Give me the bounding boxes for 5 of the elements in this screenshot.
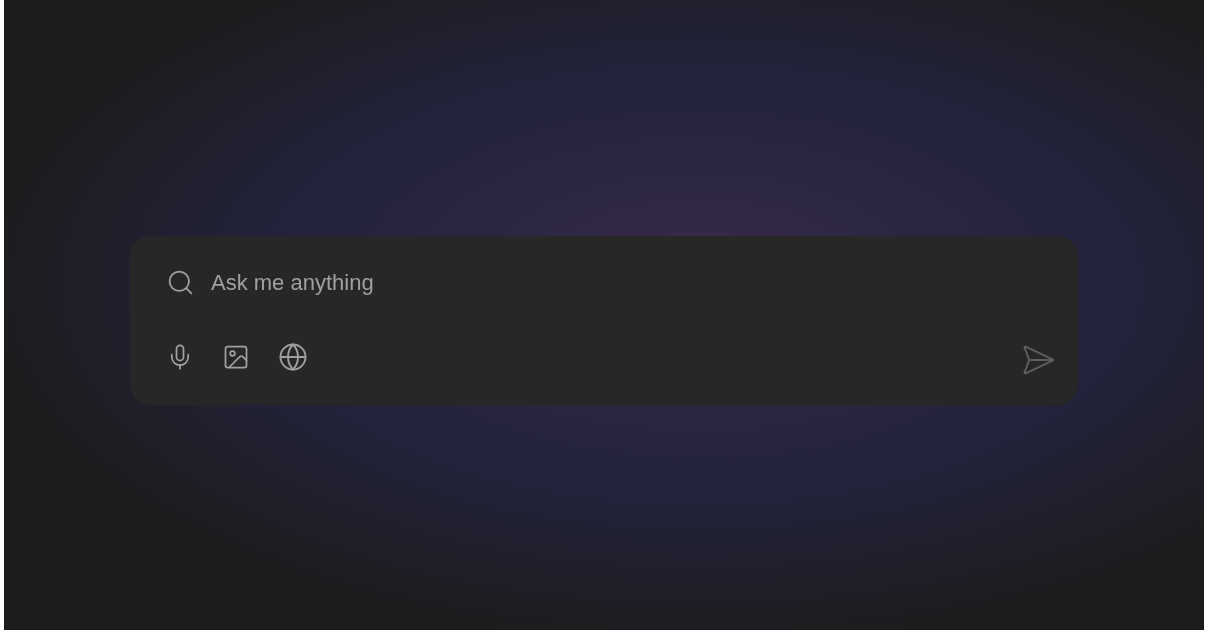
- input-field[interactable]: Ask me anything: [211, 266, 1056, 298]
- globe-button[interactable]: [278, 342, 308, 372]
- image-button[interactable]: [222, 343, 250, 371]
- globe-icon: [278, 342, 308, 372]
- image-icon: [222, 343, 250, 371]
